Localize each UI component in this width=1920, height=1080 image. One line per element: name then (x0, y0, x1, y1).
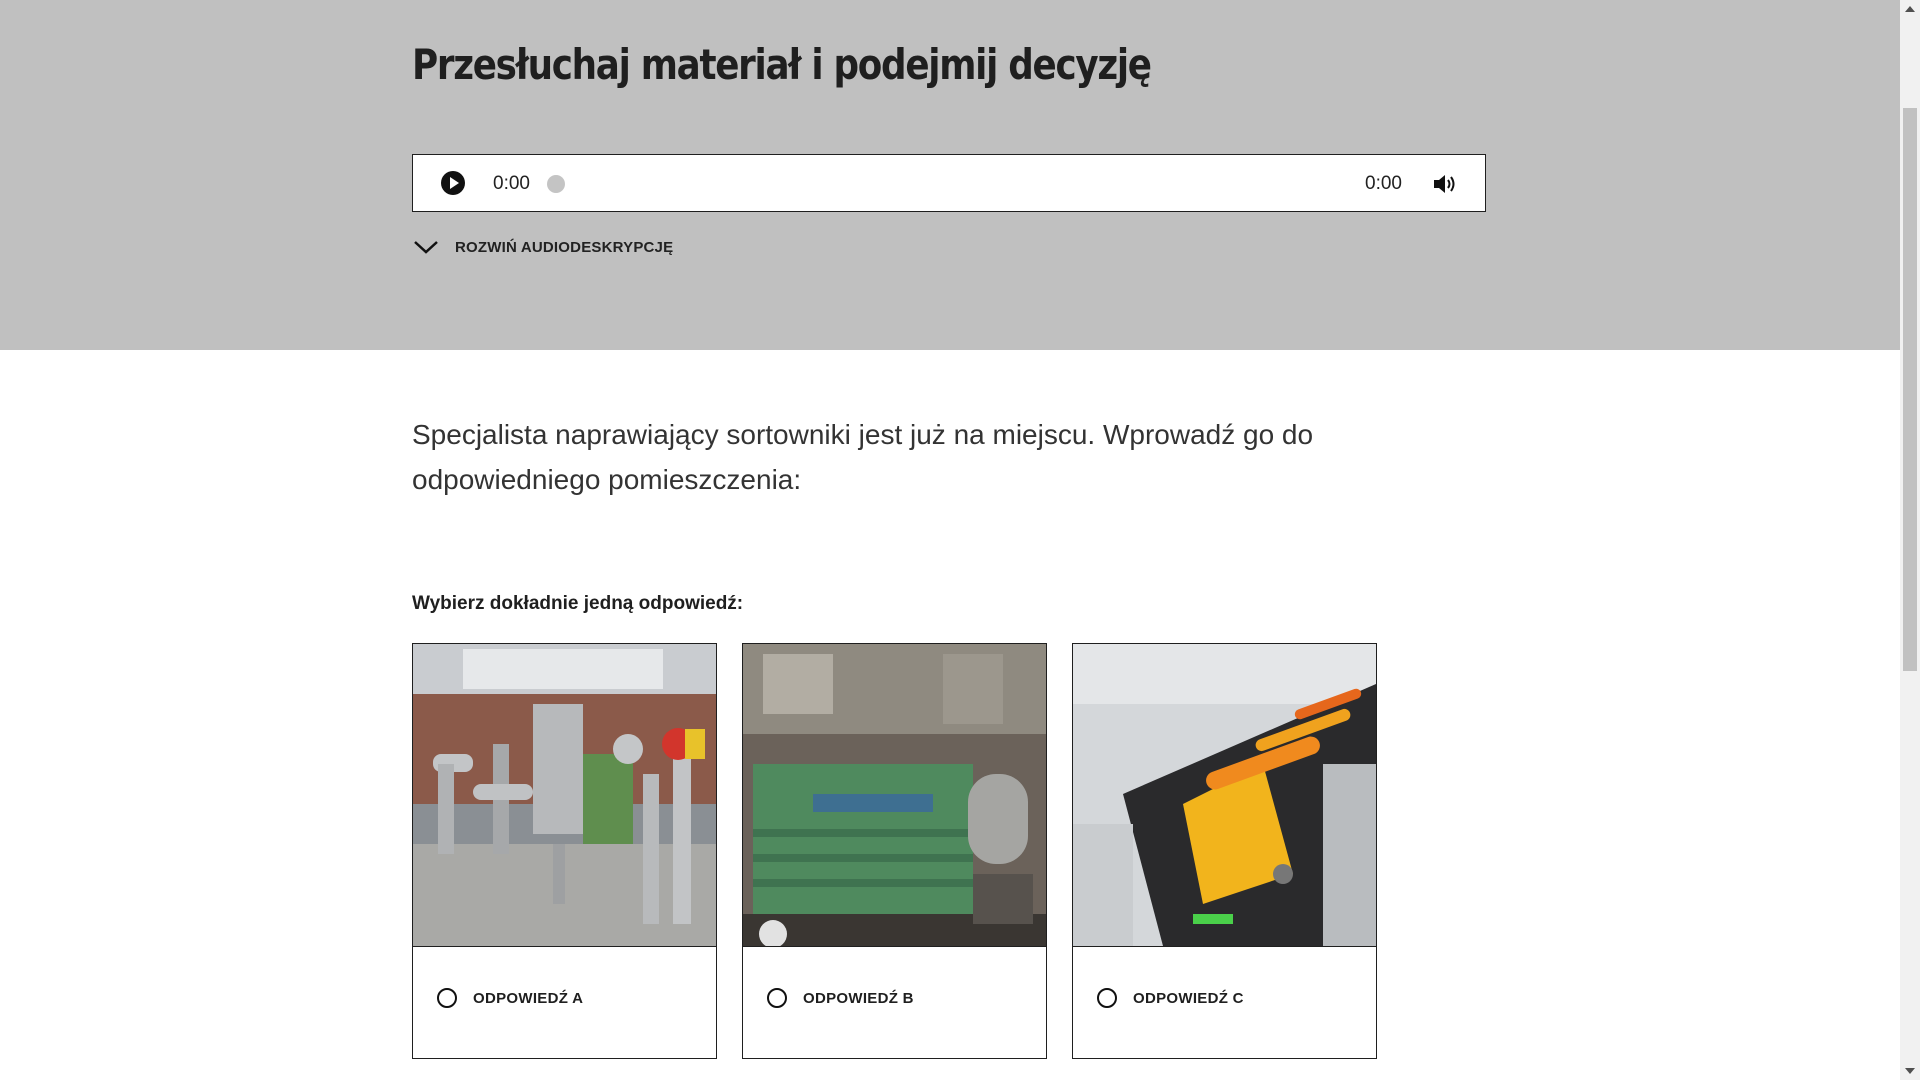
seek-thumb[interactable] (547, 175, 565, 193)
seek-slider[interactable] (547, 175, 1367, 193)
audio-player: 0:00 0:00 (412, 154, 1486, 212)
scrollbar-thumb[interactable] (1903, 108, 1917, 671)
answer-image-b (743, 644, 1046, 947)
scroll-up-arrow-icon[interactable] (1905, 6, 1915, 12)
industrial-pipes-image (413, 644, 716, 946)
play-button[interactable] (441, 171, 465, 195)
current-time: 0:00 (493, 173, 530, 194)
answer-card-c[interactable]: ODPOWIEDŹ C (1072, 643, 1377, 1059)
answer-image-c (1073, 644, 1376, 947)
answer-label: ODPOWIEDŹ C (1133, 989, 1244, 1007)
volume-button[interactable] (1431, 170, 1459, 198)
audio-description-toggle[interactable]: ROZWIŃ AUDIODESKRYPCJĘ (412, 236, 673, 258)
audio-description-label: ROZWIŃ AUDIODESKRYPCJĘ (455, 238, 674, 256)
answer-image-a (413, 644, 716, 947)
task-description: Specjalista naprawiający sortowniki jest… (412, 419, 1314, 495)
answer-instruction: Wybierz dokładnie jedną odpowiedź: (412, 593, 744, 614)
page-title: Przesłuchaj materiał i podejmij decyzję (412, 40, 1152, 89)
printing-press-image (1073, 644, 1376, 946)
play-icon (450, 177, 459, 189)
answer-label: ODPOWIEDŹ B (803, 989, 914, 1007)
answer-option-b[interactable]: ODPOWIEDŹ B (767, 988, 914, 1008)
radio-button[interactable] (1097, 988, 1117, 1008)
vertical-scrollbar[interactable] (1900, 0, 1920, 1080)
chevron-down-icon (414, 241, 438, 254)
radio-button[interactable] (437, 988, 457, 1008)
answer-card-b[interactable]: ODPOWIEDŹ B (742, 643, 1047, 1059)
green-machine-image (743, 644, 1046, 946)
answer-option-a[interactable]: ODPOWIEDŹ A (437, 988, 583, 1008)
answer-option-c[interactable]: ODPOWIEDŹ C (1097, 988, 1244, 1008)
answer-card-a[interactable]: ODPOWIEDŹ A (412, 643, 717, 1059)
header-section: Przesłuchaj materiał i podejmij decyzję … (0, 0, 1900, 350)
radio-button[interactable] (767, 988, 787, 1008)
total-time: 0:00 (1365, 173, 1402, 194)
answer-label: ODPOWIEDŹ A (473, 989, 584, 1007)
scroll-down-arrow-icon[interactable] (1905, 1068, 1915, 1074)
speaker-icon (1434, 175, 1455, 193)
